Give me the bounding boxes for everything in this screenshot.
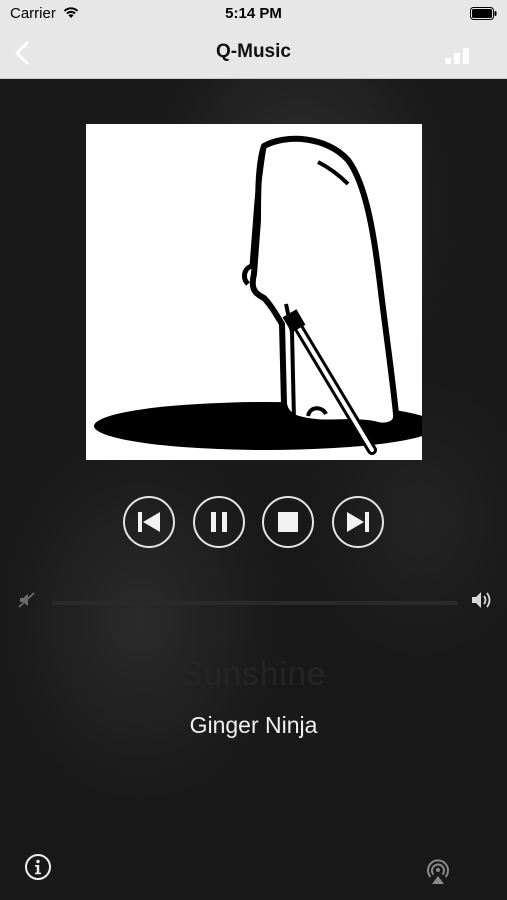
- volume-slider[interactable]: [52, 601, 458, 605]
- album-artwork: [86, 124, 438, 460]
- signal-icon[interactable]: [445, 48, 471, 64]
- airplay-icon[interactable]: [424, 858, 452, 886]
- pause-icon: [211, 512, 227, 532]
- volume-up-icon[interactable]: [470, 590, 494, 610]
- info-icon[interactable]: [24, 853, 52, 881]
- album-art-illustration: [94, 135, 438, 455]
- status-bar: Carrier 5:14 PM: [0, 0, 507, 28]
- previous-button[interactable]: [123, 496, 175, 548]
- navigation-bar: Q-Music: [0, 28, 507, 79]
- page-title: Q-Music: [216, 41, 291, 62]
- next-icon: [347, 512, 369, 532]
- battery-icon: [470, 7, 497, 20]
- volume-mute-icon[interactable]: [18, 591, 36, 609]
- pause-button[interactable]: [193, 496, 245, 548]
- track-title: Sunshine: [180, 655, 327, 692]
- artist-name: Ginger Ninja: [189, 712, 318, 738]
- next-button[interactable]: [332, 496, 384, 548]
- clock: 5:14 PM: [225, 5, 282, 22]
- stop-icon: [278, 512, 298, 532]
- stop-button[interactable]: [262, 496, 314, 548]
- previous-icon: [138, 512, 160, 532]
- playback-controls: [0, 496, 507, 552]
